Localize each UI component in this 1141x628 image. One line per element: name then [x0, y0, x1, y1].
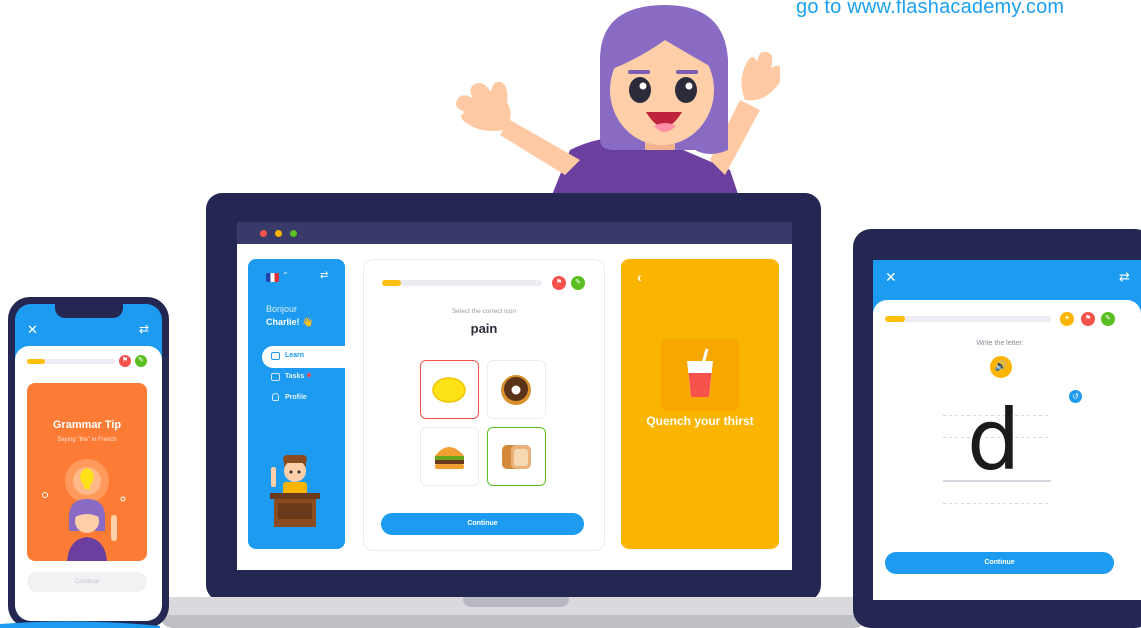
phone-frame: ✕ ⇄ ⚑ ✎ Grammar Tip Saying "the" in Fren… — [8, 297, 169, 628]
progress-fill — [382, 280, 401, 286]
idea-button[interactable]: ✦ — [1060, 312, 1074, 326]
drink-glass-icon — [687, 348, 713, 397]
lesson-instruction: Select the correct icon — [451, 308, 517, 315]
lesson-card: ⚑ ✎ Select the correct icon pain Continu… — [363, 259, 605, 551]
write-instruction: Write the letter: — [976, 340, 1024, 347]
promo-url[interactable]: go to www.flashacademy.com — [796, 0, 1064, 19]
progress-fill — [885, 316, 905, 322]
grammar-tip-card: Grammar Tip Saying "the" in French — [27, 383, 147, 561]
hint-button[interactable]: ✎ — [135, 355, 147, 367]
close-window-dot[interactable] — [260, 230, 267, 237]
book-icon — [271, 352, 280, 360]
nav-label-learn: Learn — [285, 352, 305, 359]
option-lemon[interactable] — [420, 360, 479, 419]
continue-button[interactable]: Continue — [885, 552, 1114, 574]
guide-line — [943, 503, 1051, 504]
greeting-text: Bonjour — [266, 304, 298, 314]
hint-button[interactable]: ✎ — [1101, 312, 1115, 326]
tablet-screen: ✕ ⇄ ✦ ⚑ ✎ Write the letter: 🔊 ↺ d Contin… — [873, 260, 1141, 600]
decorative-wave — [0, 621, 160, 628]
chevron-up-icon[interactable]: ⌃ — [282, 271, 289, 280]
option-bread[interactable] — [487, 427, 546, 486]
close-icon[interactable]: ✕ — [27, 322, 38, 338]
idea-girl-illustration — [42, 459, 126, 561]
minimize-window-dot[interactable] — [275, 230, 282, 237]
laptop-screen: ⌃ ⇄ Bonjour Charlie! 👋 Learn Tasks Profi… — [237, 222, 792, 570]
drink-icon-tile — [661, 339, 739, 411]
phone-lesson-panel: ⚑ ✎ Grammar Tip Saying "the" in French C… — [15, 346, 162, 621]
profile-icon — [272, 393, 279, 401]
maximize-window-dot[interactable] — [290, 230, 297, 237]
tip-title: Grammar Tip — [52, 419, 122, 431]
target-word: pain — [470, 321, 498, 336]
phone-screen: ✕ ⇄ ⚑ ✎ Grammar Tip Saying "the" in Fren… — [15, 304, 162, 621]
continue-button[interactable]: Continue — [381, 513, 584, 535]
user-name: Charlie! 👋 — [266, 317, 314, 327]
laptop-notch — [463, 597, 569, 607]
nav-profile[interactable]: Profile — [285, 394, 307, 401]
tablet-lesson-panel: ✦ ⚑ ✎ Write the letter: 🔊 ↺ d Continue — [873, 300, 1141, 600]
tablet-frame: ✕ ⇄ ✦ ⚑ ✎ Write the letter: 🔊 ↺ d Contin… — [853, 229, 1141, 628]
notification-dot — [307, 373, 311, 377]
swap-icon[interactable]: ⇄ — [139, 322, 149, 336]
browser-titlebar — [237, 222, 792, 244]
nav-tasks[interactable]: Tasks — [285, 373, 304, 380]
continue-button[interactable]: Continue — [27, 572, 147, 592]
flag-button[interactable]: ⚑ — [119, 355, 131, 367]
swap-icon[interactable]: ⇄ — [1119, 269, 1130, 285]
swap-icon[interactable]: ⇄ — [320, 270, 328, 281]
progress-track — [382, 280, 542, 286]
tip-subtitle: Saying "the" in French — [57, 437, 117, 443]
option-burger[interactable] — [420, 427, 479, 486]
bread-icon — [502, 445, 531, 469]
boy-at-desk-illustration — [270, 455, 320, 527]
card-title: Quench your thirst — [646, 414, 754, 428]
progress-fill — [27, 359, 45, 364]
flag-button[interactable]: ⚑ — [1081, 312, 1095, 326]
lemon-icon — [432, 377, 466, 403]
vocab-card: ‹ Quench your thirst — [621, 259, 779, 549]
french-flag-icon[interactable] — [266, 273, 279, 282]
undo-button[interactable]: ↺ — [1069, 390, 1082, 403]
sidebar: ⌃ ⇄ Bonjour Charlie! 👋 Learn Tasks Profi… — [248, 259, 345, 549]
waving-girl-illustration — [456, 5, 780, 200]
tasks-icon — [271, 373, 280, 381]
back-arrow-icon[interactable]: ‹ — [637, 269, 642, 285]
option-donut[interactable] — [487, 360, 546, 419]
progress-track — [27, 359, 115, 364]
progress-track — [885, 316, 1051, 322]
traced-letter[interactable]: d — [967, 392, 1020, 488]
close-icon[interactable]: ✕ — [885, 269, 897, 286]
burger-icon — [435, 447, 464, 469]
phone-notch — [55, 304, 123, 318]
flag-button[interactable]: ⚑ — [552, 276, 566, 290]
hint-button[interactable]: ✎ — [571, 276, 585, 290]
donut-icon — [501, 375, 531, 405]
speaker-button[interactable]: 🔊 — [990, 356, 1012, 378]
